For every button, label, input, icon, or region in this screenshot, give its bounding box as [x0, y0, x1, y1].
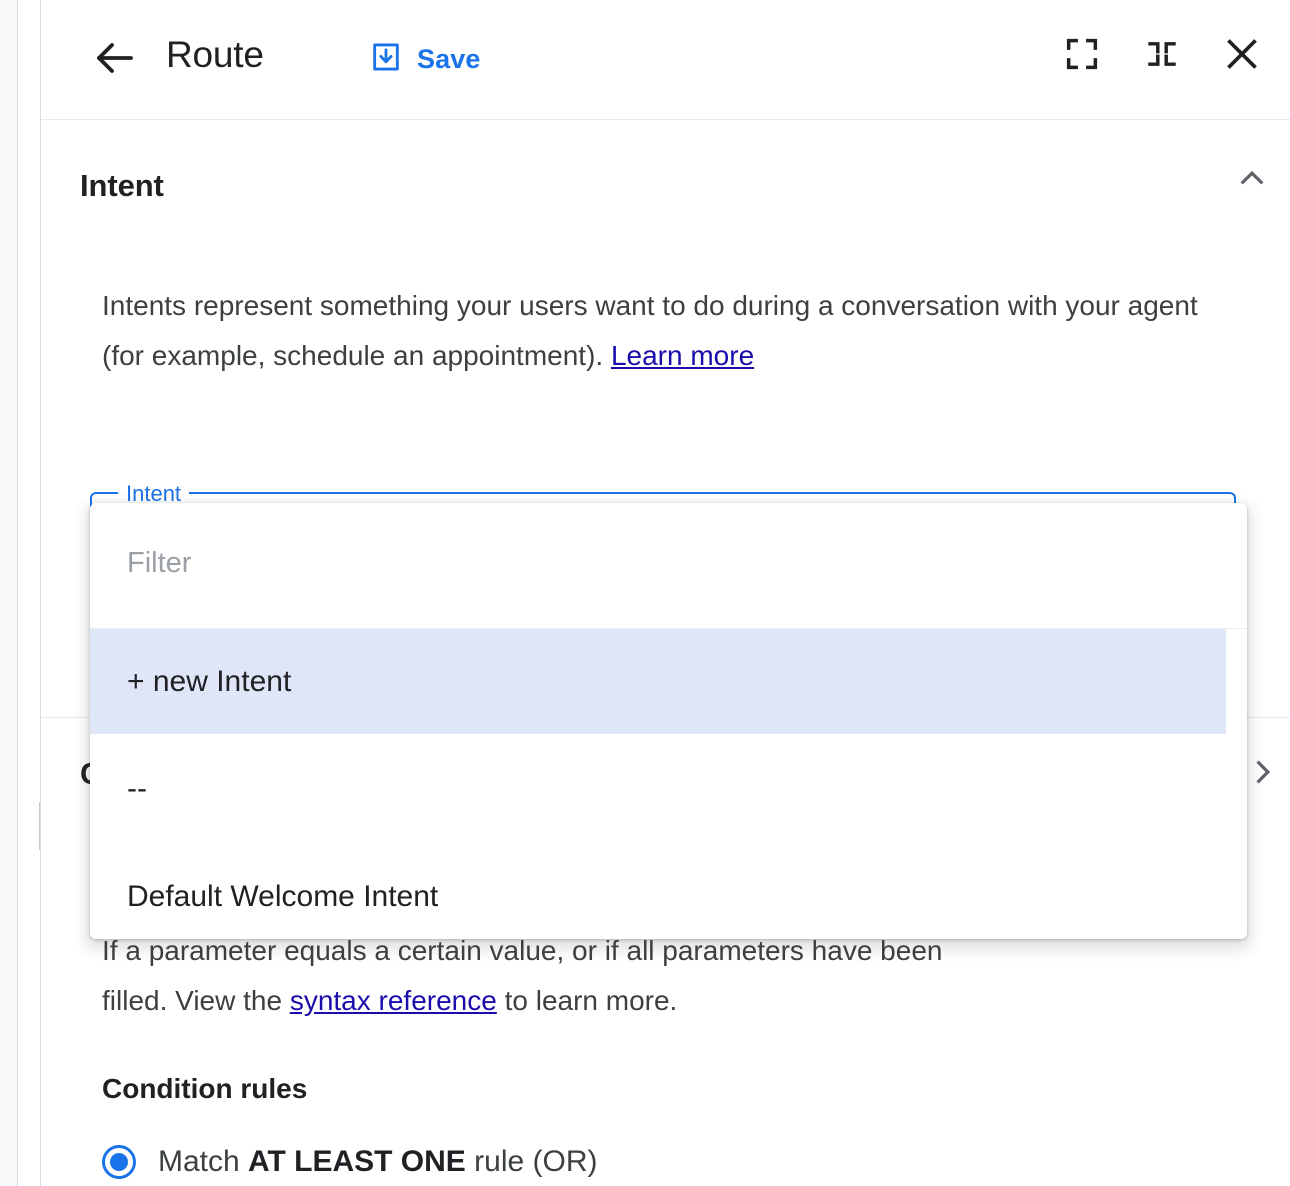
radio-option-label: Match AT LEAST ONE rule (OR) [158, 1145, 598, 1179]
page-title: Route [166, 34, 264, 76]
panel-resize-gutter[interactable] [18, 0, 40, 1186]
dropdown-option-label: + new Intent [127, 665, 291, 699]
close-button[interactable] [1216, 30, 1268, 82]
radio-label-emphasis: AT LEAST ONE [248, 1145, 466, 1178]
panel-header: Route Save [41, 0, 1290, 120]
radio-label-suffix: rule (OR) [466, 1145, 598, 1178]
chevron-up-icon [1235, 161, 1269, 200]
intent-section-header[interactable]: Intent [41, 120, 1290, 240]
header-actions [1056, 30, 1268, 82]
route-panel-screen: Route Save [0, 0, 1290, 1186]
intent-section-title: Intent [80, 168, 164, 204]
condition-rules-heading: Condition rules [102, 1073, 307, 1105]
radio-dot [110, 1153, 128, 1171]
save-download-icon [369, 40, 403, 79]
intent-dropdown-panel: + new Intent -- Default Welcome Intent [90, 503, 1247, 939]
syntax-reference-link[interactable]: syntax reference [290, 985, 497, 1016]
condition-description-line2-after: to learn more. [497, 985, 678, 1016]
dropdown-option-label: -- [127, 772, 147, 806]
expand-fullscreen-icon [1062, 34, 1102, 79]
back-button[interactable] [88, 33, 142, 87]
radio-option-at-least-one[interactable]: Match AT LEAST ONE rule (OR) [102, 1145, 598, 1179]
intent-section-toggle[interactable] [1226, 154, 1278, 206]
save-button[interactable]: Save [369, 35, 480, 83]
save-button-label: Save [417, 44, 480, 75]
collapse-button[interactable] [1136, 30, 1188, 82]
dropdown-filter-row [90, 503, 1247, 629]
dropdown-option-default-welcome-intent[interactable]: Default Welcome Intent [90, 844, 1226, 939]
condition-description-line2-before: filled. View the [102, 985, 290, 1016]
dropdown-option-label: Default Welcome Intent [127, 880, 438, 914]
collapse-inward-icon [1144, 36, 1180, 77]
close-x-icon [1221, 33, 1263, 80]
arrow-left-icon [91, 34, 139, 87]
filter-input[interactable] [127, 547, 1167, 580]
condition-description: If a parameter equals a certain value, o… [102, 926, 1222, 1026]
intent-description: Intents represent something your users w… [102, 281, 1232, 381]
radio-button-selected[interactable] [102, 1145, 136, 1179]
dropdown-option-new-intent[interactable]: + new Intent [90, 629, 1226, 734]
fullscreen-button[interactable] [1056, 30, 1108, 82]
condition-description-line1: If a parameter equals a certain value, o… [102, 935, 942, 966]
workspace-background-strip [0, 0, 17, 1186]
chevron-right-icon [1246, 755, 1280, 794]
learn-more-link[interactable]: Learn more [611, 340, 754, 371]
dropdown-option-empty[interactable]: -- [90, 734, 1226, 844]
radio-label-prefix: Match [158, 1145, 248, 1178]
